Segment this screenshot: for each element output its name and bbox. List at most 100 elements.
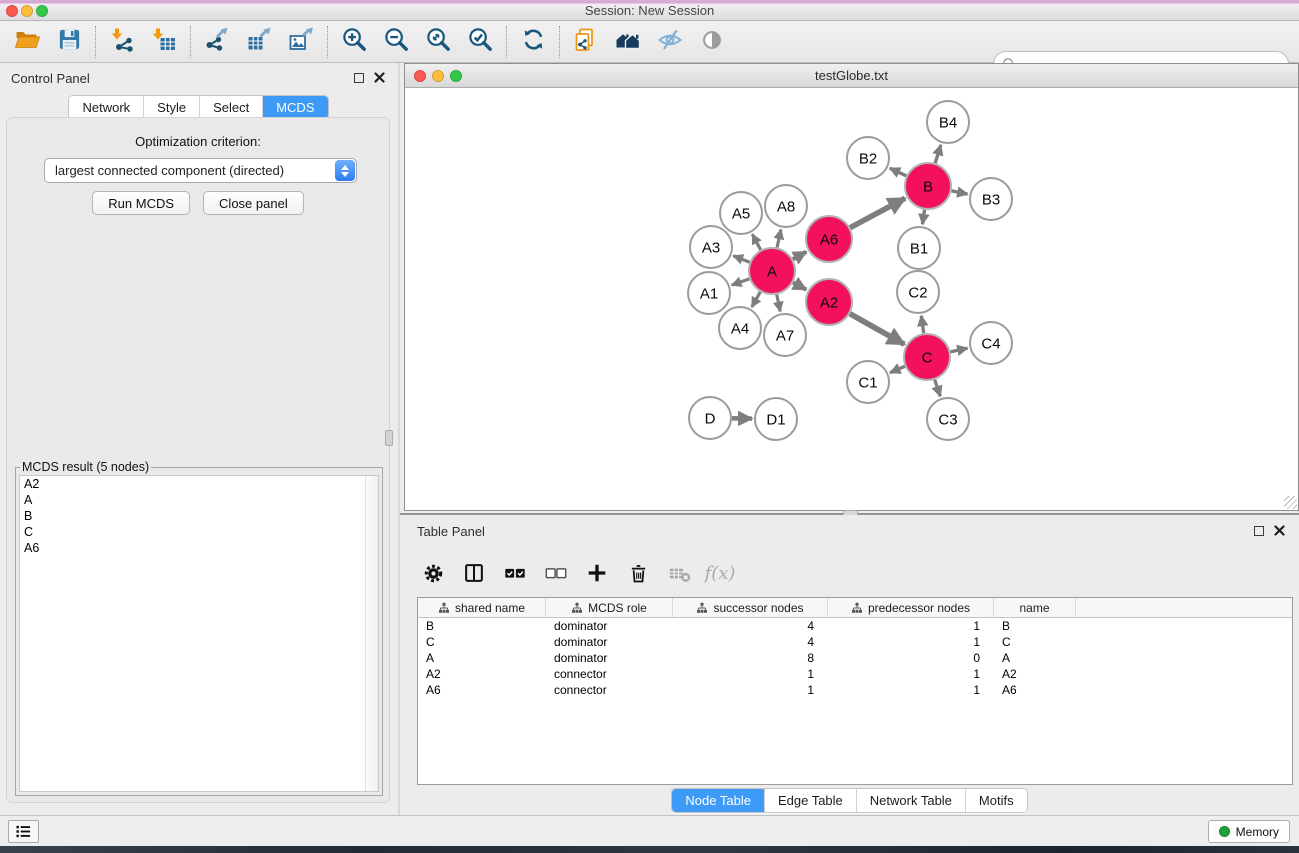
graph-edge-A-A4[interactable] xyxy=(752,292,761,307)
window-resize-grip[interactable] xyxy=(1284,496,1297,509)
export-network-button[interactable] xyxy=(196,24,238,60)
table-cell: C xyxy=(994,634,1076,650)
show-eye-button[interactable] xyxy=(691,24,733,60)
export-image-button[interactable] xyxy=(280,24,322,60)
toolbar-separator xyxy=(506,26,507,58)
table-row-b[interactable]: Bdominator41B xyxy=(418,618,1292,634)
run-mcds-button[interactable]: Run MCDS xyxy=(92,191,190,215)
graph-node-label-A7: A7 xyxy=(776,327,794,344)
graph-edge-A-A7[interactable] xyxy=(777,295,780,312)
column-header-mcds-role[interactable]: MCDS role xyxy=(546,598,673,617)
zoom-out-button[interactable] xyxy=(375,24,417,60)
mcds-result-list[interactable]: A2ABCA6 xyxy=(19,475,379,792)
graph-edge-B-B3[interactable] xyxy=(952,191,968,194)
export-table-button[interactable] xyxy=(238,24,280,60)
graph-edge-A-A1[interactable] xyxy=(732,279,750,285)
result-item-a[interactable]: A xyxy=(20,492,378,508)
float-panel-icon[interactable] xyxy=(1254,526,1264,536)
tab-mcds[interactable]: MCDS xyxy=(263,96,327,119)
result-item-a2[interactable]: A2 xyxy=(20,476,378,492)
table-row-c[interactable]: Cdominator41C xyxy=(418,634,1292,650)
graph-edge-A-A6[interactable] xyxy=(793,252,806,260)
tab-node-table[interactable]: Node Table xyxy=(672,789,765,812)
vertical-splitter-handle[interactable] xyxy=(385,430,393,446)
zoom-window-button[interactable] xyxy=(36,5,48,17)
save-session-button[interactable] xyxy=(48,24,90,60)
network-minimize-button[interactable] xyxy=(432,70,444,82)
table-cell: dominator xyxy=(546,634,673,650)
memory-button[interactable]: Memory xyxy=(1208,820,1290,843)
result-item-a6[interactable]: A6 xyxy=(20,540,378,556)
network-window-titlebar[interactable]: testGlobe.txt xyxy=(405,64,1298,88)
network-zoom-button[interactable] xyxy=(450,70,462,82)
delete-icon[interactable] xyxy=(625,560,651,586)
table-panel-title: Table Panel xyxy=(417,524,485,539)
zoom-selected-button[interactable] xyxy=(459,24,501,60)
close-window-button[interactable] xyxy=(6,5,18,17)
result-item-c[interactable]: C xyxy=(20,524,378,540)
import-table-button[interactable] xyxy=(143,24,185,60)
open-session-button[interactable] xyxy=(6,24,48,60)
graph-edge-C-C2[interactable] xyxy=(921,316,923,333)
close-panel-icon[interactable] xyxy=(1274,525,1285,536)
column-header-name[interactable]: name xyxy=(994,598,1076,617)
graph-edge-A2-C[interactable] xyxy=(850,314,904,345)
toolbar-separator xyxy=(95,26,96,58)
graph-node-label-A: A xyxy=(767,263,777,280)
column-header-successor-nodes[interactable]: successor nodes xyxy=(673,598,828,617)
graph-node-label-A1: A1 xyxy=(700,285,718,302)
refresh-layout-button[interactable] xyxy=(512,24,554,60)
network-close-button[interactable] xyxy=(414,70,426,82)
select-all-icon[interactable] xyxy=(502,560,528,586)
criterion-dropdown[interactable]: largest connected component (directed) xyxy=(44,158,357,183)
hide-eye-button[interactable] xyxy=(649,24,691,60)
clear-table-icon[interactable] xyxy=(666,560,692,586)
graph-node-label-A8: A8 xyxy=(777,198,795,215)
minimize-window-button[interactable] xyxy=(21,5,33,17)
tab-motifs[interactable]: Motifs xyxy=(966,789,1027,812)
zoom-selected-icon xyxy=(467,26,494,58)
show-eye-icon xyxy=(699,27,725,58)
graph-edge-C-C4[interactable] xyxy=(950,348,967,352)
result-scrollbar-track[interactable] xyxy=(365,476,378,791)
column-header-predecessor-nodes[interactable]: predecessor nodes xyxy=(828,598,994,617)
graph-edge-B-B2[interactable] xyxy=(890,168,907,176)
add-icon[interactable] xyxy=(584,560,610,586)
column-header-shared-name[interactable]: shared name xyxy=(418,598,546,617)
table-row-a6[interactable]: A6connector11A6 xyxy=(418,682,1292,698)
tab-style[interactable]: Style xyxy=(144,96,200,119)
tab-edge-table[interactable]: Edge Table xyxy=(765,789,857,812)
graph-edge-A-A5[interactable] xyxy=(752,234,760,250)
table-row-a2[interactable]: A2connector11A2 xyxy=(418,666,1292,682)
close-panel-button[interactable]: Close panel xyxy=(203,191,304,215)
table-row-a[interactable]: Adominator80A xyxy=(418,650,1292,666)
graph-node-label-B4: B4 xyxy=(939,114,957,131)
zoom-fit-button[interactable] xyxy=(417,24,459,60)
close-panel-icon[interactable] xyxy=(374,72,385,83)
tab-network[interactable]: Network xyxy=(69,96,144,119)
float-panel-icon[interactable] xyxy=(354,73,364,83)
tab-select[interactable]: Select xyxy=(200,96,263,119)
zoom-in-button[interactable] xyxy=(333,24,375,60)
graph-edge-B-B4[interactable] xyxy=(935,145,941,163)
network-snapshot-button[interactable] xyxy=(565,24,607,60)
network-canvas[interactable]: AA1A2A3A4A5A6A7A8BB1B2B3B4CC1C2C3C4DD1 xyxy=(405,88,1298,510)
graph-edge-C-C1[interactable] xyxy=(890,366,905,372)
task-history-button[interactable] xyxy=(8,820,39,843)
graph-edge-A-A2[interactable] xyxy=(793,282,806,289)
columns-icon[interactable] xyxy=(461,560,487,586)
app-titlebar: Session: New Session xyxy=(0,0,1299,21)
graph-edge-C-C3[interactable] xyxy=(935,380,941,397)
deselect-all-icon[interactable] xyxy=(543,560,569,586)
graph-edge-A-A3[interactable] xyxy=(733,256,749,262)
result-item-b[interactable]: B xyxy=(20,508,378,524)
gear-icon[interactable] xyxy=(420,560,446,586)
graph-edge-A-A8[interactable] xyxy=(777,229,781,247)
graph-edge-A6-B[interactable] xyxy=(850,198,905,227)
import-network-button[interactable] xyxy=(101,24,143,60)
function-builder-icon[interactable]: f(x) xyxy=(707,560,733,586)
table-panel: Table Panel f(x) shared nameMCDS rolesuc… xyxy=(400,515,1299,815)
tab-network-table[interactable]: Network Table xyxy=(857,789,966,812)
graph-edge-B-B1[interactable] xyxy=(922,210,924,224)
home-button[interactable] xyxy=(607,24,649,60)
